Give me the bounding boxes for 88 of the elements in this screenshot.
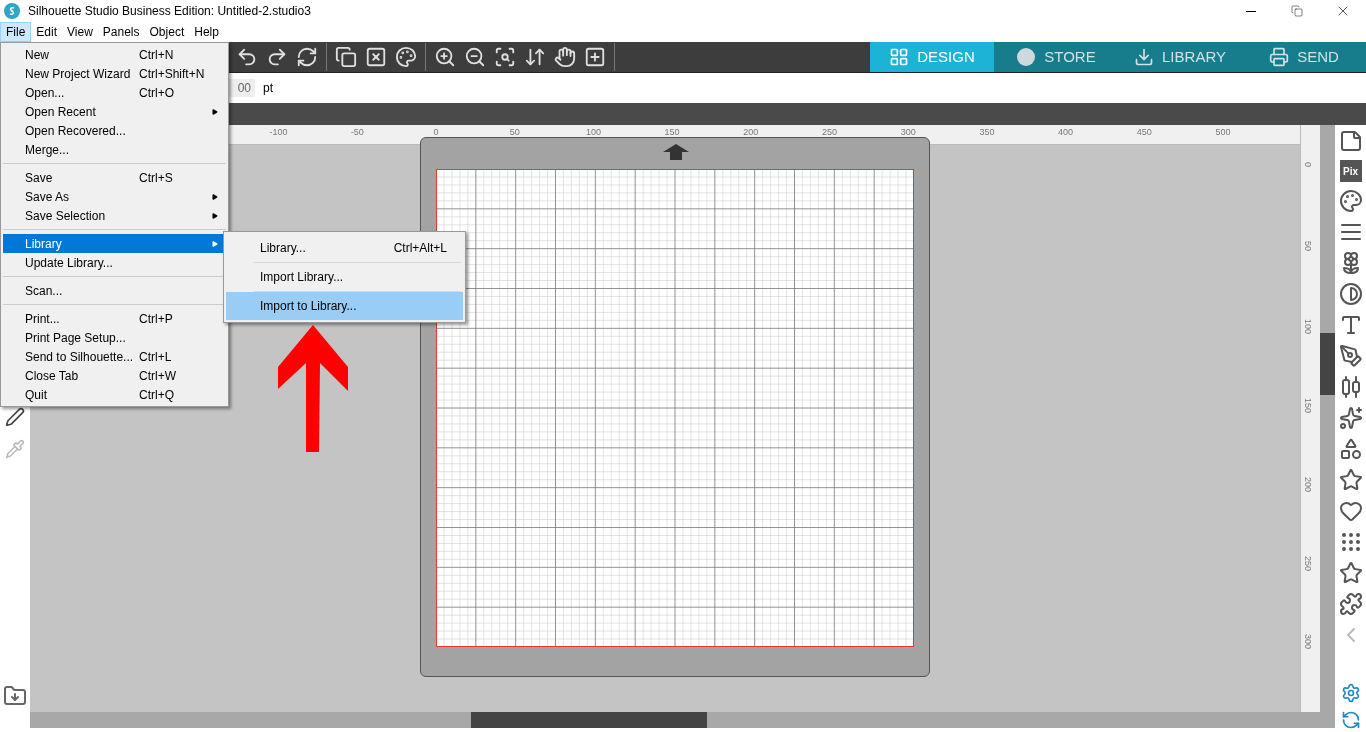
- ruler-label: 0: [433, 126, 439, 139]
- ruler-label: 250: [822, 126, 837, 139]
- menu-item[interactable]: Object: [144, 22, 190, 42]
- up-arrow-icon: [663, 144, 689, 160]
- submenu-arrow-icon: [211, 193, 219, 200]
- menu-entry[interactable]: Library: [3, 234, 226, 253]
- ungroup-icon[interactable]: [365, 46, 387, 68]
- mode-tab[interactable]: SEND: [1242, 42, 1366, 72]
- group-icon[interactable]: [335, 46, 357, 68]
- contrast-icon[interactable]: [1338, 282, 1363, 306]
- ruler-label: 250: [1302, 555, 1314, 571]
- menu-entry[interactable]: Send to Silhouette... Ctrl+L: [3, 347, 226, 366]
- menu-entry[interactable]: Open Recovered...: [3, 121, 226, 140]
- pix-icon[interactable]: Pix: [1339, 160, 1362, 182]
- menu-entry[interactable]: Print Page Setup...: [3, 328, 226, 347]
- ruler-label: 200: [743, 126, 759, 139]
- menu-entry[interactable]: Update Library...: [3, 253, 226, 272]
- menu-entry[interactable]: Library... Ctrl+Alt+L: [226, 234, 463, 262]
- ruler-label: 200: [1302, 476, 1314, 492]
- undo-icon[interactable]: [236, 46, 258, 68]
- unit-label: pt: [263, 80, 273, 97]
- folder-download-icon[interactable]: [3, 684, 27, 708]
- ruler-label: 100: [1302, 319, 1314, 335]
- hand-icon[interactable]: [554, 46, 576, 68]
- puzzle-icon[interactable]: [1338, 592, 1363, 616]
- page-icon[interactable]: [1338, 129, 1363, 153]
- pen-icon[interactable]: [1338, 344, 1363, 368]
- menu-item[interactable]: View: [62, 22, 98, 42]
- menu-item[interactable]: Edit: [31, 22, 63, 42]
- minimize-icon: [1246, 10, 1256, 12]
- ruler-label: 300: [1302, 634, 1314, 650]
- submenu-arrow-icon: [211, 240, 219, 247]
- app-logo-icon: [4, 3, 20, 19]
- ruler-label: 50: [1302, 240, 1314, 251]
- ruler-label: 100: [585, 126, 601, 139]
- settings-icon[interactable]: [1340, 683, 1361, 703]
- menu-entry[interactable]: Print... Ctrl+P: [3, 309, 226, 328]
- ruler-label: 450: [1136, 126, 1152, 139]
- zoom-in-icon[interactable]: [434, 46, 456, 68]
- menu-entry[interactable]: Quit Ctrl+Q: [3, 385, 226, 404]
- menu-item[interactable]: File: [0, 22, 32, 42]
- submenu-arrow-icon: [211, 108, 219, 115]
- menu-entry[interactable]: Save As: [3, 187, 226, 206]
- ruler-label: 150: [664, 126, 680, 139]
- sync-icon[interactable]: [1340, 710, 1361, 730]
- refresh-icon[interactable]: [296, 46, 318, 68]
- ruler-label: 500: [1215, 126, 1231, 139]
- menu-entry[interactable]: Import to Library...: [226, 292, 463, 320]
- ruler-label: -100: [269, 126, 288, 139]
- shapes-icon[interactable]: [1338, 437, 1363, 461]
- ruler-label: -50: [350, 126, 364, 139]
- menu-entry[interactable]: New Ctrl+N: [3, 45, 226, 64]
- menu-item[interactable]: Help: [189, 22, 224, 42]
- star-outline-icon[interactable]: [1338, 561, 1363, 585]
- ruler-label: 150: [1302, 398, 1314, 414]
- printer-icon: [1269, 47, 1290, 67]
- menu-entry[interactable]: Scan...: [3, 281, 226, 300]
- menu-entry[interactable]: Import Library...: [226, 263, 463, 291]
- sparkle-icon[interactable]: [1338, 406, 1363, 430]
- ruler-label: 350: [979, 126, 995, 139]
- heart-icon[interactable]: [1338, 499, 1363, 523]
- menu-entry[interactable]: Save Selection: [3, 206, 226, 225]
- redo-icon[interactable]: [266, 46, 288, 68]
- ruler-label: 300: [900, 126, 916, 139]
- mode-tab[interactable]: STORE: [994, 42, 1118, 72]
- star-icon[interactable]: [1338, 468, 1363, 492]
- menu-entry[interactable]: Merge...: [3, 140, 226, 159]
- ruler-label: 50: [509, 126, 520, 139]
- restore-icon: [1291, 5, 1303, 17]
- download-icon: [1134, 47, 1155, 67]
- submenu-arrow-icon: [211, 212, 219, 219]
- ruler-label: 400: [1058, 126, 1074, 139]
- menu-item[interactable]: Panels: [97, 22, 145, 42]
- vertical-scrollbar[interactable]: [1320, 125, 1335, 712]
- fit-page-icon[interactable]: [584, 46, 606, 68]
- ruler-label: 0: [1302, 162, 1314, 167]
- zoom-out-icon[interactable]: [464, 46, 486, 68]
- mode-tab[interactable]: LIBRARY: [1118, 42, 1242, 72]
- window-title: Silhouette Studio Business Edition: Untitled-2.studio3: [28, 3, 311, 20]
- pen-icon[interactable]: [5, 407, 25, 427]
- arrows-icon[interactable]: [524, 46, 546, 68]
- zoom-select-icon[interactable]: [494, 46, 516, 68]
- menu-entry[interactable]: Open Recent: [3, 102, 226, 121]
- palette-icon[interactable]: [1338, 189, 1363, 213]
- menu-entry[interactable]: Save Ctrl+S: [3, 168, 226, 187]
- horizontal-scrollbar[interactable]: [30, 712, 1335, 728]
- grid-icon: [889, 47, 910, 67]
- menu-entry[interactable]: Close Tab Ctrl+W: [3, 366, 226, 385]
